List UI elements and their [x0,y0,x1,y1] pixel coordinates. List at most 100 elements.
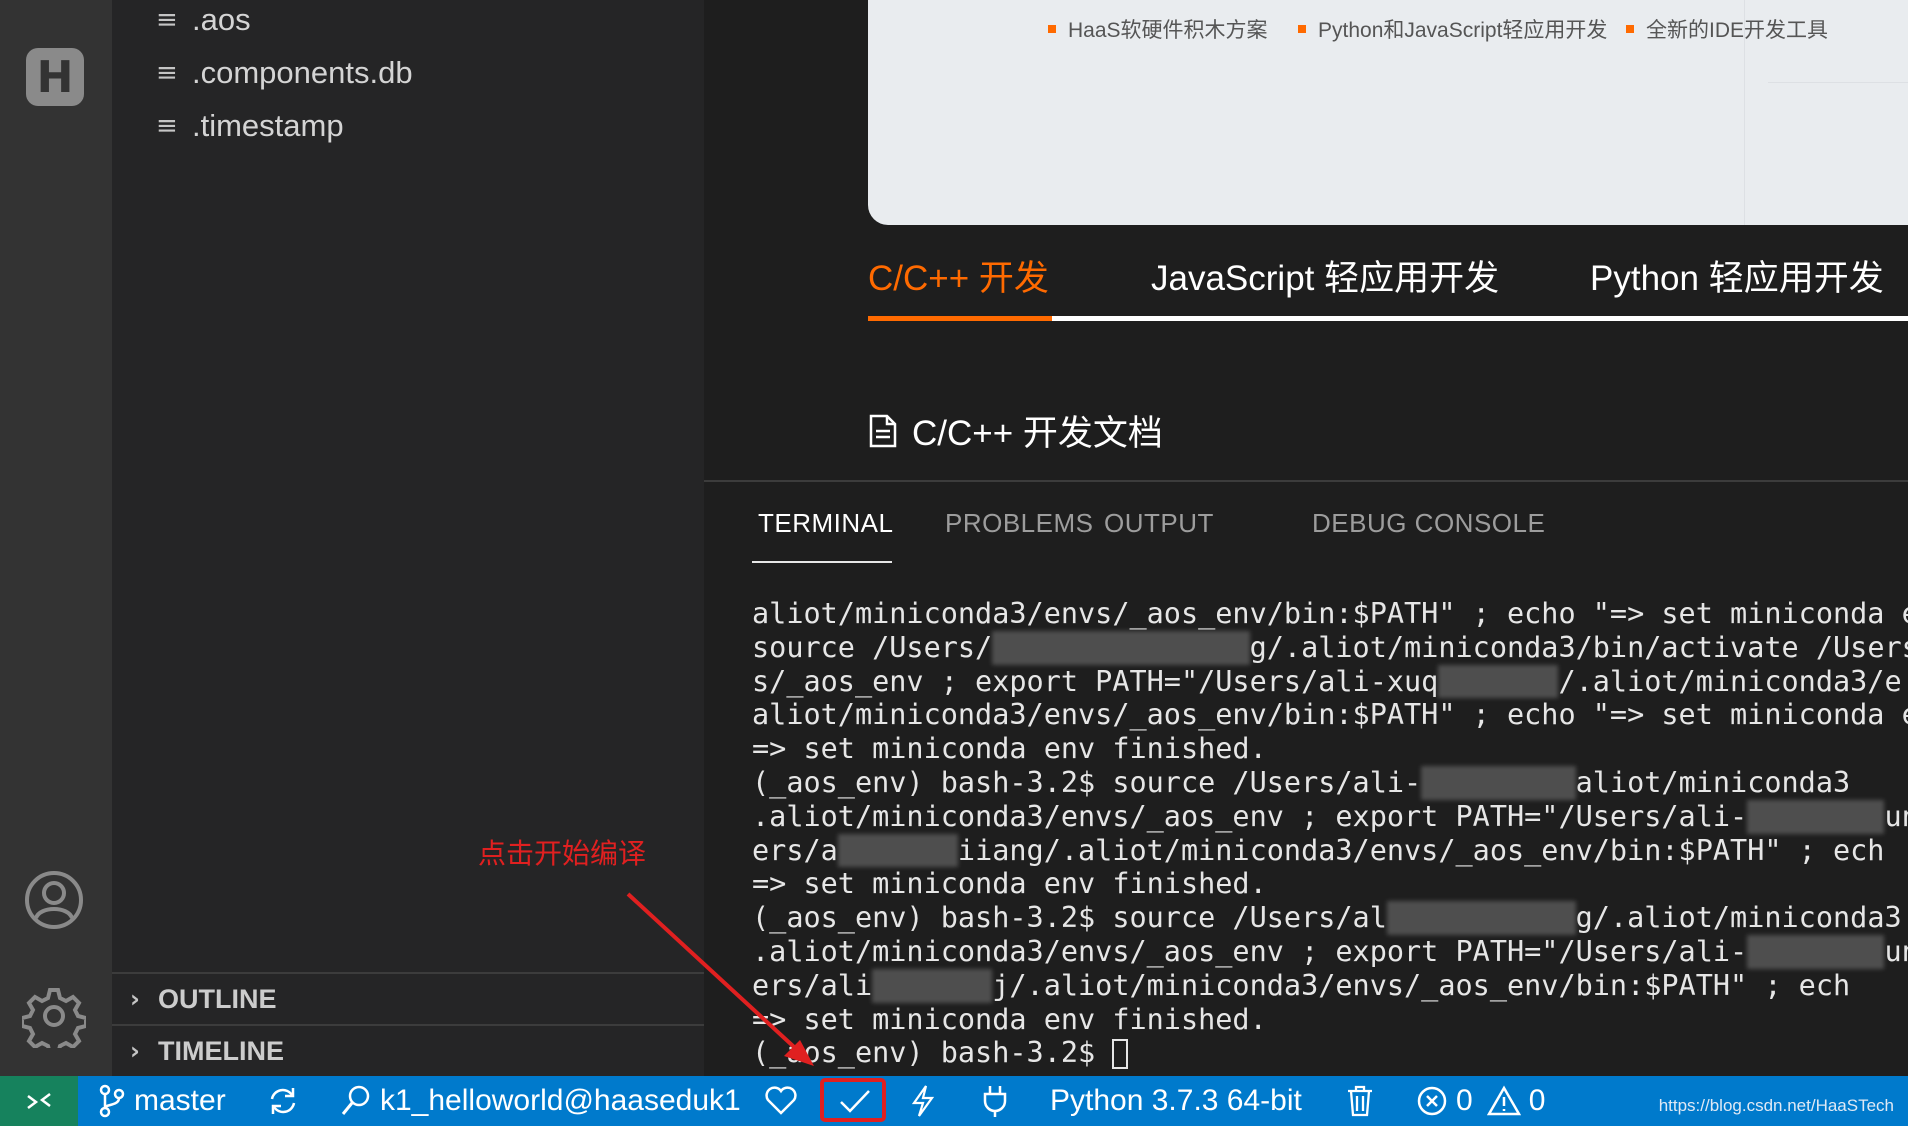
banner-divider [1768,82,1908,83]
redacted-text: xxxxxxx [872,968,993,1003]
sync-icon [270,1088,296,1114]
welcome-webview: HaaS软硬件积木方案 Python和JavaScript轻应用开发 全新的ID… [704,0,1908,480]
bullet-text: 全新的IDE开发工具 [1646,19,1829,42]
search-icon [341,1085,370,1115]
terminal-line: => set miniconda env finished. [752,732,1267,766]
clean-button[interactable] [1346,1076,1382,1126]
warning-icon [1486,1085,1521,1116]
doc-title-text: C/C++ 开发文档 [912,414,1163,453]
bullet-text: Python和JavaScript轻应用开发 [1318,19,1608,42]
python-version: Python 3.7.3 64-bit [1050,1084,1302,1117]
file-item[interactable]: ≡ .timestamp [156,106,344,146]
file-item[interactable]: ≡ .aos [156,0,251,40]
doc-title-link[interactable]: C/C++ 开发文档 [868,405,1163,456]
chevron-right-icon: › [130,985,140,1013]
terminal-line: g/.aliot/miniconda3/bin/activate /Users/ [1249,630,1908,664]
section-label: TIMELINE [158,1035,284,1066]
project-indicator[interactable]: k1_helloworld@haaseduk1 [340,1076,741,1126]
file-name: .aos [192,2,251,37]
tab-problems[interactable]: PROBLEMS [945,508,1094,539]
file-lines-icon: ≡ [156,58,178,88]
branch-indicator[interactable]: master [98,1076,226,1126]
tab-cpp[interactable]: C/C++ 开发 [868,250,1049,301]
redacted-text: xxxxxxxxxxx [1386,901,1576,935]
bullet-square-icon [1626,25,1634,33]
terminal-line: /.aliot/miniconda3/e [1558,664,1902,698]
terminal-line: un [1884,799,1908,833]
serial-button[interactable] [982,1076,1016,1126]
terminal-line: .aliot/miniconda3/envs/_aos_env ; export… [752,799,1748,833]
tab-debug-console[interactable]: DEBUG CONSOLE [1312,508,1545,539]
terminal-line: j/.aliot/miniconda3/envs/_aos_env/bin:$P… [992,968,1851,1002]
terminal-line: (_aos_env) bash-3.2$ source /Users/ali- [752,765,1422,799]
sync-button[interactable] [266,1076,308,1126]
chevron-right-icon: › [130,1037,140,1065]
terminal-line: ers/a [752,833,838,867]
file-lines-icon: ≡ [156,111,178,141]
redacted-text: xxxxxxxxxxxxxxx [992,630,1250,665]
error-count: 0 [1456,1084,1473,1117]
account-icon[interactable] [22,868,86,932]
terminal-output[interactable]: aliot/miniconda3/envs/_aos_env/bin:$PATH… [752,597,1908,1070]
document-icon [869,414,897,447]
git-branch-icon [99,1084,125,1118]
watermark: https://blog.csdn.net/HaaSTech [1658,1096,1894,1115]
tab-output[interactable]: OUTPUT [1104,508,1214,539]
flash-button[interactable] [910,1076,944,1126]
redacted-text: xxxxxxx [1438,664,1559,699]
favorite-button[interactable] [764,1076,806,1126]
haas-logo-icon[interactable]: H [26,48,84,106]
trash-icon [1348,1085,1372,1117]
section-label: OUTLINE [158,983,277,1014]
heart-icon [765,1086,797,1115]
remote-icon [27,1093,51,1109]
file-name: .timestamp [192,108,344,143]
banner-bullet: 全新的IDE开发工具 [1626,14,1828,44]
annotation-arrow-icon [626,892,814,1066]
tab-active-indicator [868,316,1052,321]
tab-python[interactable]: Python 轻应用开发 [1590,250,1884,301]
terminal-line: .aliot/miniconda3/envs/_aos_env ; export… [752,934,1748,968]
tab-active-underline [752,561,892,563]
redacted-text: xxxxxxxx [1747,934,1885,969]
doc-tabs: C/C++ 开发 JavaScript 轻应用开发 Python 轻应用开发 [868,250,1908,322]
redacted-text: xxxxxxxxx [1421,765,1576,800]
plug-icon [983,1086,1007,1117]
terminal-line: s/_aos_env ; export PATH="/Users/ali-xuq [752,664,1439,698]
banner: HaaS软硬件积木方案 Python和JavaScript轻应用开发 全新的ID… [868,0,1908,225]
settings-gear-icon[interactable] [22,984,86,1048]
terminal-line: source /Users/ [752,630,993,664]
terminal-line: un [1884,934,1908,968]
bullet-square-icon [1048,25,1056,33]
file-item[interactable]: ≡ .components.db [156,53,413,93]
activity-bar: H [0,0,112,1076]
terminal-cursor [1112,1039,1129,1070]
lightning-icon [911,1085,935,1117]
python-interpreter[interactable]: Python 3.7.3 64-bit [1050,1076,1302,1126]
bullet-square-icon [1298,25,1306,33]
terminal-line: aliot/miniconda3 [1575,765,1851,799]
terminal-line: aliot/miniconda3/envs/_aos_env/bin:$PATH… [752,698,1908,732]
remote-indicator[interactable] [0,1076,78,1126]
file-name: .components.db [192,55,413,90]
warning-count: 0 [1528,1084,1546,1117]
status-bar: master k1_helloworld@haaseduk1 Python 3.… [0,1076,1908,1126]
file-lines-icon: ≡ [156,5,178,35]
project-name: k1_helloworld@haaseduk1 [380,1084,741,1117]
build-button-highlight [820,1078,886,1122]
banner-bullet: HaaS软硬件积木方案 [1048,14,1268,44]
redacted-text: xxxxxxx [837,833,958,868]
problems-indicator[interactable]: 0 0 [1416,1076,1545,1126]
terminal-line: iiang/.aliot/miniconda3/envs/_aos_env/bi… [957,833,1885,867]
redacted-text: xxxxxxxx [1747,799,1885,834]
terminal-line: aliot/miniconda3/envs/_aos_env/bin:$PATH… [752,597,1908,630]
error-icon [1417,1086,1447,1116]
bottom-panel: TERMINAL PROBLEMS OUTPUT DEBUG CONSOLE a… [704,480,1908,1078]
banner-bullet: Python和JavaScript轻应用开发 [1298,14,1607,44]
tab-terminal[interactable]: TERMINAL [758,508,893,539]
terminal-line: (_aos_env) bash-3.2$ source /Users/al [752,901,1387,935]
tab-javascript[interactable]: JavaScript 轻应用开发 [1151,250,1499,301]
annotation-label: 点击开始编译 [478,838,647,869]
branch-name: master [134,1084,226,1117]
bullet-text: HaaS软硬件积木方案 [1068,19,1268,42]
